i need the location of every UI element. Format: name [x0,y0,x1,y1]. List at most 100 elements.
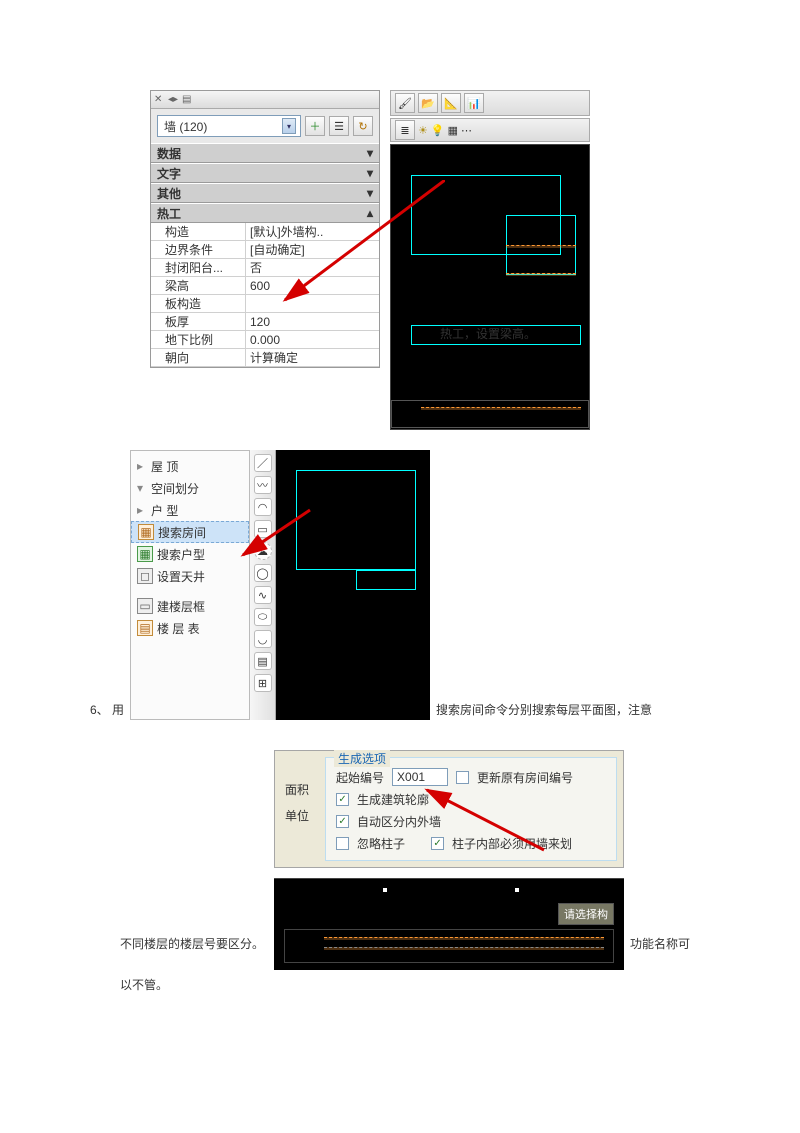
grid-label: 板构造 [151,295,246,312]
section-text[interactable]: 文字▾ [151,163,379,183]
tree-item-search-room[interactable]: ▦ 搜索房间 [131,521,249,543]
wall-type-value: 墙 (120) [164,118,207,135]
grid-value[interactable]: [默认]外墙构.. [246,223,379,240]
arc-icon[interactable]: ◠ [254,498,272,516]
auto-wall-label: 自动区分内外墙 [357,813,441,830]
polyline-icon[interactable]: 〰 [254,476,272,494]
tree-item-huxing[interactable]: ▸ 户 型 [131,499,249,521]
section-other[interactable]: 其他▾ [151,183,379,203]
grid-icon: ▦ [138,524,154,540]
update-room-number-checkbox[interactable] [456,771,469,784]
screenshot-tree-panel: ▸ 屋 顶 ▾ 空间划分 ▸ 户 型 ▦ 搜索房间 ▦ 搜索户型 ◻ 设置天井 [130,450,430,720]
auto-wall-checkbox[interactable]: ✓ [336,815,349,828]
grid-label: 板厚 [151,313,246,330]
cloud-icon[interactable]: ☁ [254,542,272,560]
start-number-input[interactable]: X001 [392,768,448,786]
grid-value[interactable]: 600 [246,277,379,294]
grid-row[interactable]: 边界条件 [自动确定] [151,241,379,259]
refresh-button[interactable]: ↻ [353,116,373,136]
thermal-grid: 构造 [默认]外墙构.. 边界条件 [自动确定] 封闭阳台... 否 梁高 60… [151,223,379,367]
tree-item-roof[interactable]: ▸ 屋 顶 [131,455,249,477]
ellipse-arc-icon[interactable]: ◡ [254,630,272,648]
grid-label: 构造 [151,223,246,240]
chevron-down-icon: ▾ [367,146,373,160]
close-icon[interactable]: ✕ [154,95,164,105]
dots-icon[interactable]: ⋯ [461,124,472,137]
generate-dialog: 面积 单位 生成选项 起始编号 X001 更新原有房间编号 ✓ 生成建筑轮廓 ✓… [274,750,624,868]
grid-row[interactable]: 构造 [默认]外墙构.. [151,223,379,241]
chart-icon[interactable]: 📊 [464,93,484,113]
settings-icon[interactable]: 📐 [441,93,461,113]
tree-item-space[interactable]: ▾ 空间划分 [131,477,249,499]
prompt-tooltip: 请选择构 [558,903,614,925]
expand-icon: ▸ [137,459,147,473]
vertical-toolbar: ／ 〰 ◠ ▭ ☁ ◯ ∿ ⬭ ◡ ▤ ⊞ [250,450,276,720]
step-6-prefix: 6、 用 [90,701,124,720]
panel-titlebar: ✕ ◂▸ ▤ [151,91,379,109]
layers-icon: ▭ [137,598,153,614]
generate-outline-label: 生成建筑轮廓 [357,791,429,808]
collapse-icon: ▾ [137,481,147,495]
start-number-label: 起始编号 [336,769,384,786]
left-labels: 面积 单位 [285,777,309,829]
grid-label: 地下比例 [151,331,246,348]
chevron-up-icon: ▴ [367,206,373,220]
grid-value[interactable]: 0.000 [246,331,379,348]
ellipse-icon[interactable]: ⬭ [254,608,272,626]
tree-panel: ▸ 屋 顶 ▾ 空间划分 ▸ 户 型 ▦ 搜索房间 ▦ 搜索户型 ◻ 设置天井 [130,450,250,720]
tree-item-floor-table[interactable]: ▤ 楼 层 表 [131,617,249,639]
generate-outline-checkbox[interactable]: ✓ [336,793,349,806]
boundary-icon[interactable]: ⊞ [254,674,272,692]
grid-label: 朝向 [151,349,246,366]
section-thermal[interactable]: 热工▴ [151,203,379,223]
chevron-down-icon: ▾ [367,166,373,180]
add-button[interactable]: ＋ [305,116,325,136]
grid-label: 封闭阳台... [151,259,246,276]
pin-icon[interactable]: ◂▸ [168,95,178,105]
tree-item-build-frame[interactable]: ▭ 建楼层框 [131,595,249,617]
floor-note-suffix: 功能名称可 [630,935,690,970]
spline-icon[interactable]: ∿ [254,586,272,604]
rect-icon[interactable]: ▭ [254,520,272,538]
grid-value[interactable] [246,295,379,312]
ignore-column-checkbox[interactable] [336,837,349,850]
chevron-down-icon: ▾ [367,186,373,200]
grid-label: 梁高 [151,277,246,294]
generate-options-fieldset: 生成选项 起始编号 X001 更新原有房间编号 ✓ 生成建筑轮廓 ✓ 自动区分内… [325,757,617,861]
paint-icon[interactable]: 🖌 [395,93,415,113]
grid-row-beam-height[interactable]: 梁高 600 [151,277,379,295]
circle-icon[interactable]: ◯ [254,564,272,582]
bulb-icon[interactable]: 💡 [431,124,445,137]
layers-icon[interactable]: ≣ [395,120,415,140]
grid-row[interactable]: 地下比例 0.000 [151,331,379,349]
cad-viewport[interactable]: 请选择构 [274,878,624,970]
filter-button[interactable]: ☰ [329,116,349,136]
type-selector-row: 墙 (120) ▾ ＋ ☰ ↻ [151,109,379,143]
grid-row[interactable]: 板厚 120 [151,313,379,331]
section-data[interactable]: 数据▾ [151,143,379,163]
grid-row[interactable]: 封闭阳台... 否 [151,259,379,277]
column-wall-checkbox[interactable]: ✓ [431,837,444,850]
list-icon[interactable]: ▤ [182,95,192,105]
grid-value[interactable]: [自动确定] [246,241,379,258]
wall-type-select[interactable]: 墙 (120) ▾ [157,115,301,137]
tree-item-search-hx[interactable]: ▦ 搜索户型 [131,543,249,565]
top-toolbar-2: ≣ ☀ 💡 ▦ ⋯ [390,118,590,142]
column-wall-label: 柱子内部必须用墙来划 [452,835,572,852]
cad-viewport[interactable] [390,144,590,430]
cad-viewport[interactable] [276,450,430,720]
grid-row[interactable]: 板构造 [151,295,379,313]
grid-value[interactable]: 120 [246,313,379,330]
caption-thermal: 热工，设置梁高。 [440,325,536,342]
tree-item-set-tianjing[interactable]: ◻ 设置天井 [131,565,249,587]
sun-icon[interactable]: ☀ [418,124,428,137]
grid-icon[interactable]: ▦ [448,124,458,137]
grid-icon: ▦ [137,546,153,562]
line-icon[interactable]: ／ [254,454,272,472]
hatch-icon[interactable]: ▤ [254,652,272,670]
chevron-down-icon: ▾ [282,118,296,134]
grid-value[interactable]: 计算确定 [246,349,379,366]
open-icon[interactable]: 📂 [418,93,438,113]
grid-row[interactable]: 朝向 计算确定 [151,349,379,367]
grid-value[interactable]: 否 [246,259,379,276]
